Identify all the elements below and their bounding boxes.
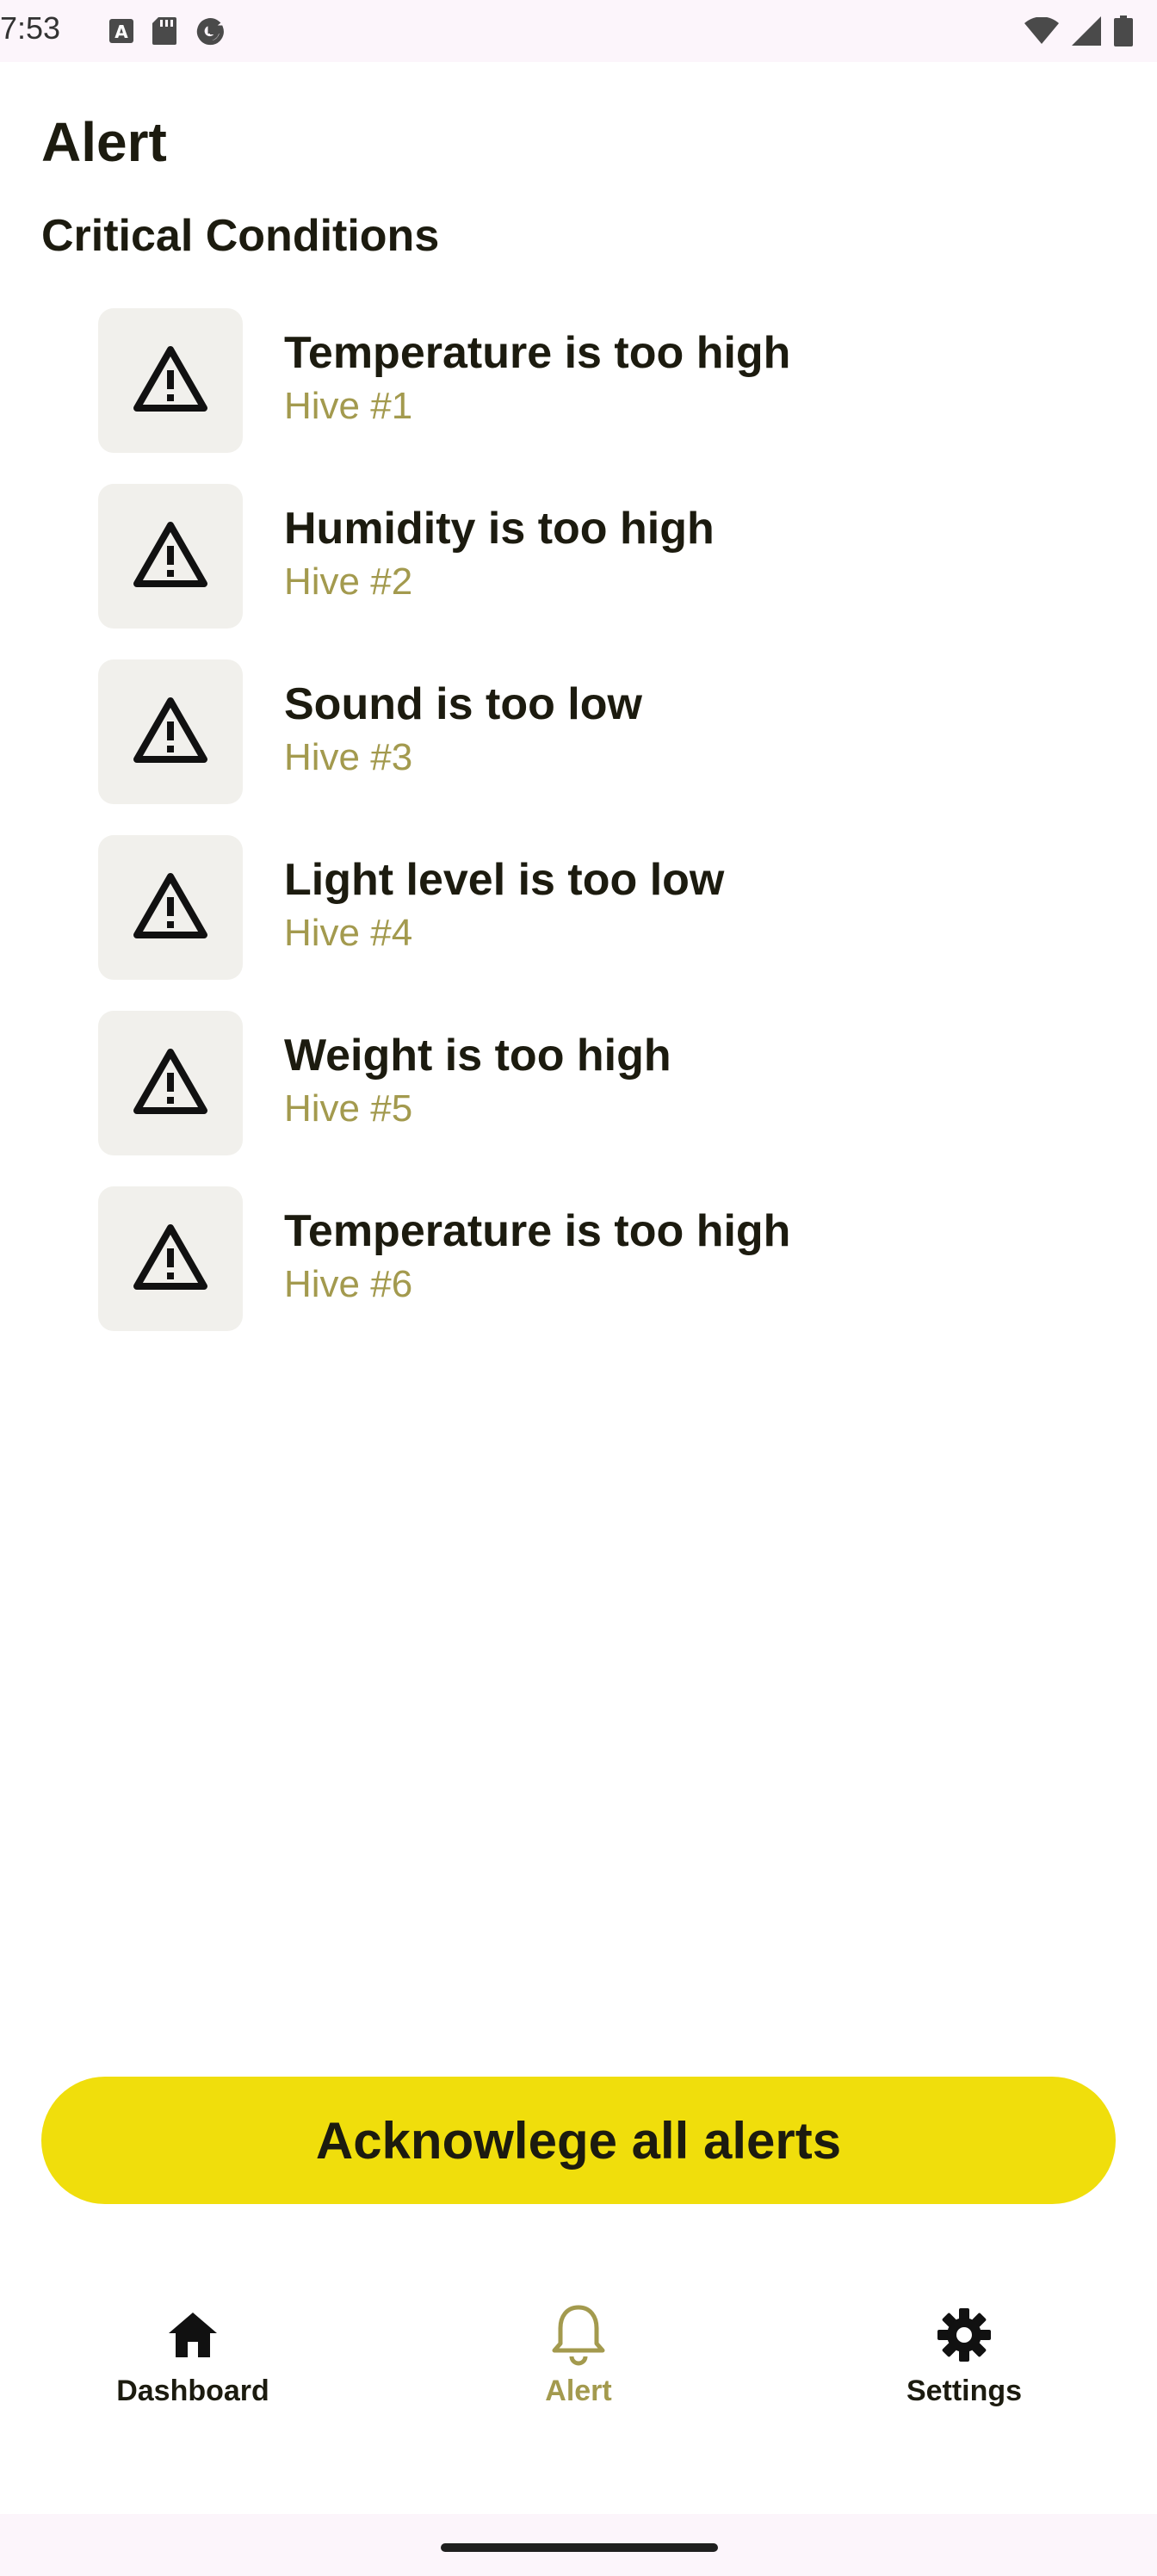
nav-label-dashboard: Dashboard	[116, 2375, 269, 2407]
status-icons-left: A	[108, 15, 226, 51]
bell-icon	[544, 2300, 613, 2369]
alert-text: Sound is too low Hive #3	[284, 677, 642, 783]
bottom-nav: Dashboard Alert Settings	[0, 2273, 1157, 2514]
warning-icon	[133, 1047, 208, 1120]
nav-item-alert[interactable]: Alert	[386, 2273, 771, 2514]
cell-signal-icon	[1071, 15, 1102, 51]
alert-text: Weight is too high Hive #5	[284, 1028, 671, 1135]
alert-item[interactable]: Light level is too low Hive #4	[98, 835, 1088, 980]
alert-item[interactable]: Temperature is too high Hive #1	[98, 308, 1088, 453]
section-title: Critical Conditions	[41, 211, 440, 261]
alert-text: Temperature is too high Hive #1	[284, 325, 790, 432]
nav-item-settings[interactable]: Settings	[771, 2273, 1157, 2514]
acknowledge-all-button[interactable]: Acknowlege all alerts	[41, 2077, 1116, 2204]
home-icon	[158, 2300, 227, 2369]
alert-icon-tile	[98, 1011, 243, 1155]
keyboard-a-icon: A	[108, 18, 134, 48]
alert-icon-tile	[98, 835, 243, 980]
gesture-nav-area	[0, 2514, 1157, 2576]
alert-hive: Hive #5	[284, 1087, 413, 1130]
alert-title: Light level is too low	[284, 855, 725, 905]
page-title: Alert	[41, 111, 167, 173]
nav-label-alert: Alert	[545, 2375, 612, 2407]
nav-item-dashboard[interactable]: Dashboard	[0, 2273, 386, 2514]
alert-list: Temperature is too high Hive #1 Humidity…	[98, 308, 1088, 1362]
status-bar: 7:53 A	[0, 0, 1157, 62]
alert-title: Temperature is too high	[284, 1206, 791, 1256]
alert-icon-tile	[98, 659, 243, 804]
alert-hive: Hive #1	[284, 385, 413, 427]
warning-icon	[133, 520, 208, 593]
alert-item[interactable]: Weight is too high Hive #5	[98, 1011, 1088, 1155]
alert-hive: Hive #3	[284, 736, 413, 778]
svg-text:A: A	[114, 22, 128, 42]
warning-icon	[133, 1223, 208, 1296]
alert-title: Humidity is too high	[284, 504, 715, 554]
alert-icon-tile	[98, 308, 243, 453]
battery-icon	[1114, 15, 1133, 51]
alert-item[interactable]: Temperature is too high Hive #6	[98, 1186, 1088, 1331]
status-time: 7:53	[0, 10, 61, 46]
warning-icon	[133, 871, 208, 944]
status-icons-right	[1024, 15, 1133, 51]
alert-title: Temperature is too high	[284, 328, 791, 378]
alert-item[interactable]: Sound is too low Hive #3	[98, 659, 1088, 804]
alert-title: Weight is too high	[284, 1031, 671, 1081]
wifi-icon	[1024, 16, 1059, 49]
gesture-handle[interactable]	[441, 2543, 718, 2552]
alert-text: Temperature is too high Hive #6	[284, 1204, 790, 1310]
alert-item[interactable]: Humidity is too high Hive #2	[98, 484, 1088, 629]
warning-icon	[133, 696, 208, 769]
sd-card-icon	[152, 16, 177, 50]
alert-text: Humidity is too high Hive #2	[284, 501, 715, 608]
alert-text: Light level is too low Hive #4	[284, 852, 724, 959]
alert-icon-tile	[98, 1186, 243, 1331]
alert-title: Sound is too low	[284, 679, 642, 729]
alert-hive: Hive #4	[284, 912, 413, 954]
alert-icon-tile	[98, 484, 243, 629]
google-g-icon	[195, 15, 226, 51]
alert-hive: Hive #6	[284, 1263, 413, 1305]
warning-icon	[133, 344, 208, 418]
alert-hive: Hive #2	[284, 560, 413, 603]
gear-icon	[930, 2300, 999, 2369]
nav-label-settings: Settings	[906, 2375, 1023, 2407]
